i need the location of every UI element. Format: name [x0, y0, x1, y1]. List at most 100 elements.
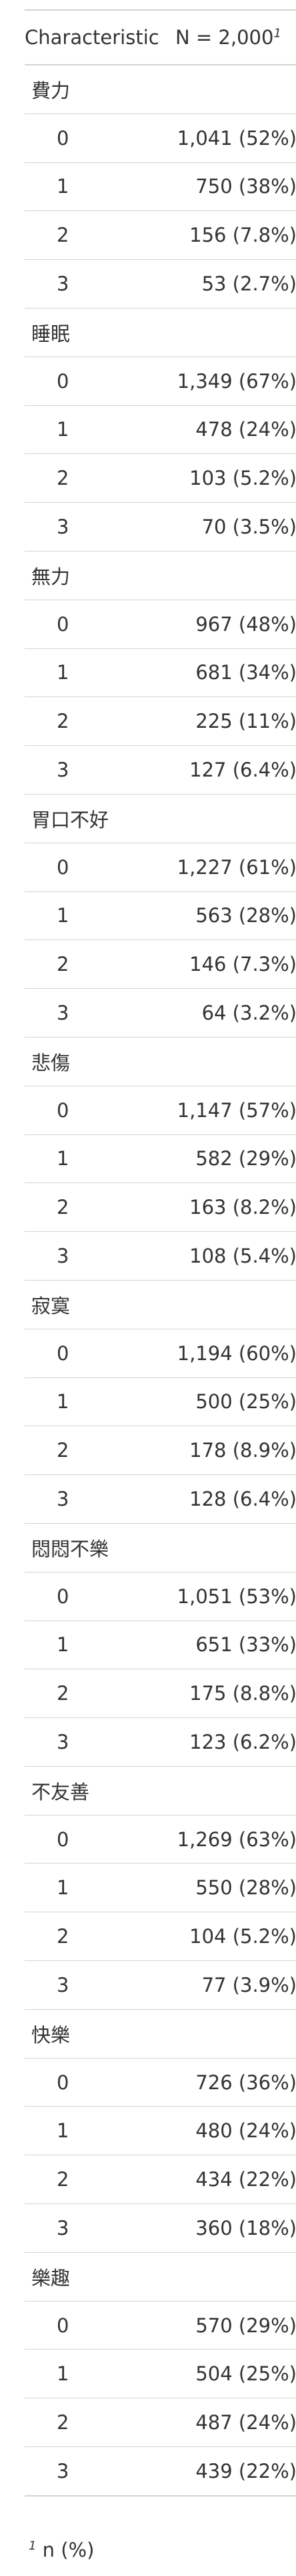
level-label: 2 [25, 939, 167, 990]
group-row: 悶悶不樂 [25, 1523, 296, 1572]
level-label: 1 [25, 891, 167, 941]
table-row: 2 103 (5.2%) [25, 453, 296, 503]
table-row: 0 1,349 (67%) [25, 357, 296, 406]
table-row: 3 439 (22%) [25, 2446, 296, 2497]
table-row: 0 1,051 (53%) [25, 1572, 296, 1621]
level-label: 0 [25, 357, 167, 406]
count-percent-value: 123 (6.2%) [167, 1717, 296, 1767]
group-value-empty [167, 2009, 296, 2059]
header-n: N = 2,0001 [167, 9, 296, 65]
table-body: 費力 0 1,041 (52%) 1 750 (38%) 2 156 (7.8%) 3 53 (… [25, 65, 296, 2497]
table-row: 3 70 (3.5%) [25, 502, 296, 552]
header-row: Characteristic N = 2,0001 [25, 9, 296, 65]
level-label: 2 [25, 1912, 167, 1962]
count-percent-value: 478 (24%) [167, 405, 296, 455]
count-percent-value: 175 (8.8%) [167, 1669, 296, 1719]
count-percent-value: 1,349 (67%) [167, 357, 296, 406]
count-percent-value: 156 (7.8%) [167, 210, 296, 260]
group-row: 悲傷 [25, 1037, 296, 1086]
count-percent-value: 726 (36%) [167, 2058, 296, 2107]
level-label: 1 [25, 648, 167, 698]
table-row: 2 178 (8.9%) [25, 1426, 296, 1476]
table-row: 1 500 (25%) [25, 1377, 296, 1427]
count-percent-value: 439 (22%) [167, 2446, 296, 2497]
level-label: 2 [25, 2398, 167, 2448]
group-row: 寂寞 [25, 1280, 296, 1329]
table-row: 1 582 (29%) [25, 1134, 296, 1184]
group-row: 無力 [25, 551, 296, 600]
group-value-empty [167, 1037, 296, 1086]
count-percent-value: 225 (11%) [167, 696, 296, 746]
group-label: 不友善 [25, 1766, 167, 1815]
count-percent-value: 53 (2.7%) [167, 259, 296, 308]
group-value-empty [167, 2252, 296, 2302]
level-label: 3 [25, 745, 167, 795]
count-percent-value: 1,147 (57%) [167, 1086, 296, 1135]
group-row: 胃口不好 [25, 794, 296, 843]
table-row: 2 487 (24%) [25, 2398, 296, 2448]
level-label: 3 [25, 2203, 167, 2253]
count-percent-value: 103 (5.2%) [167, 453, 296, 503]
table-row: 1 681 (34%) [25, 648, 296, 698]
table-row: 1 478 (24%) [25, 405, 296, 455]
count-percent-value: 360 (18%) [167, 2203, 296, 2253]
summary-table: Characteristic N = 2,0001 費力 0 1,041 (52%)… [25, 9, 296, 2497]
level-label: 0 [25, 1086, 167, 1135]
count-percent-value: 500 (25%) [167, 1377, 296, 1427]
group-label: 悶悶不樂 [25, 1523, 167, 1572]
table-row: 3 123 (6.2%) [25, 1717, 296, 1767]
table-header: Characteristic N = 2,0001 [25, 9, 296, 65]
level-label: 3 [25, 988, 167, 1038]
level-label: 3 [25, 1474, 167, 1524]
table-row: 0 1,269 (63%) [25, 1815, 296, 1864]
header-n-label: N = 2,000 [175, 26, 274, 49]
level-label: 1 [25, 1621, 167, 1670]
count-percent-value: 967 (48%) [167, 600, 296, 649]
count-percent-value: 128 (6.4%) [167, 1474, 296, 1524]
count-percent-value: 178 (8.9%) [167, 1426, 296, 1476]
footnote-mark: 1 [29, 2539, 37, 2553]
table-row: 0 1,227 (61%) [25, 843, 296, 892]
count-percent-value: 127 (6.4%) [167, 745, 296, 795]
level-label: 3 [25, 259, 167, 308]
group-label: 無力 [25, 551, 167, 600]
table-row: 3 360 (18%) [25, 2203, 296, 2253]
group-value-empty [167, 1280, 296, 1329]
level-label: 1 [25, 2349, 167, 2399]
group-label: 快樂 [25, 2009, 167, 2059]
table-row: 1 651 (33%) [25, 1621, 296, 1670]
count-percent-value: 163 (8.2%) [167, 1183, 296, 1233]
level-label: 1 [25, 162, 167, 212]
level-label: 0 [25, 1572, 167, 1621]
level-label: 0 [25, 600, 167, 649]
group-value-empty [167, 794, 296, 843]
count-percent-value: 750 (38%) [167, 162, 296, 212]
level-label: 3 [25, 1717, 167, 1767]
count-percent-value: 480 (24%) [167, 2106, 296, 2156]
count-percent-value: 570 (29%) [167, 2301, 296, 2350]
group-row: 樂趣 [25, 2252, 296, 2302]
table-row: 3 77 (3.9%) [25, 1960, 296, 2010]
group-label: 寂寞 [25, 1280, 167, 1329]
table-row: 0 1,147 (57%) [25, 1086, 296, 1135]
level-label: 3 [25, 1960, 167, 2010]
level-label: 1 [25, 405, 167, 455]
count-percent-value: 70 (3.5%) [167, 502, 296, 552]
group-label: 費力 [25, 65, 167, 114]
level-label: 0 [25, 1329, 167, 1378]
level-label: 2 [25, 1426, 167, 1476]
table-row: 2 163 (8.2%) [25, 1183, 296, 1233]
table-row: 3 64 (3.2%) [25, 988, 296, 1038]
level-label: 0 [25, 2058, 167, 2107]
group-row: 快樂 [25, 2009, 296, 2059]
header-characteristic: Characteristic [25, 9, 167, 65]
count-percent-value: 550 (28%) [167, 1863, 296, 1913]
table-row: 2 104 (5.2%) [25, 1912, 296, 1962]
group-value-empty [167, 65, 296, 114]
count-percent-value: 434 (22%) [167, 2155, 296, 2205]
table-row: 3 108 (5.4%) [25, 1231, 296, 1281]
table-row: 2 156 (7.8%) [25, 210, 296, 260]
group-label: 胃口不好 [25, 794, 167, 843]
group-value-empty [167, 1523, 296, 1572]
level-label: 2 [25, 2155, 167, 2205]
